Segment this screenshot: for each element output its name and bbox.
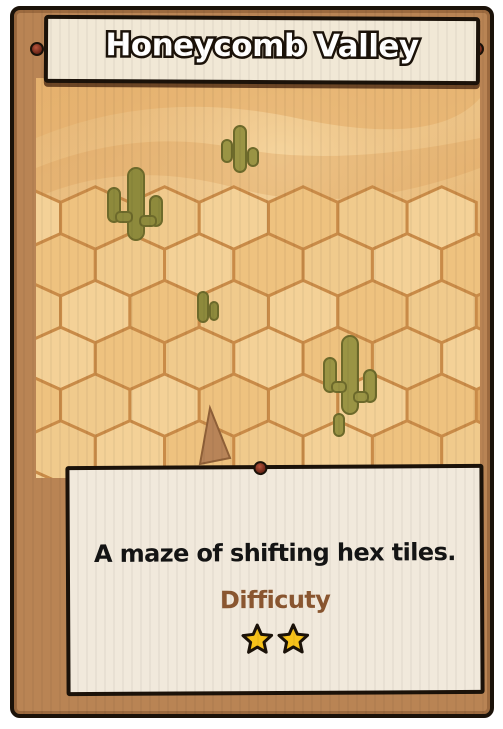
hex-tile-grid xyxy=(36,185,480,478)
level-description: A maze of shifting hex tiles. xyxy=(93,538,456,568)
difficulty-stars xyxy=(70,621,480,657)
rivet-icon xyxy=(30,42,44,56)
description-panel: A maze of shifting hex tiles. Difficuty xyxy=(65,461,485,697)
level-preview-image xyxy=(36,78,480,478)
rivet-icon xyxy=(253,461,268,476)
star-filled-icon xyxy=(276,622,310,656)
title-banner: Honeycomb Valley xyxy=(43,14,481,86)
star-filled-icon xyxy=(240,622,274,656)
difficulty-label: Difficuty xyxy=(219,585,331,615)
level-title: Honeycomb Valley xyxy=(103,25,421,68)
level-card[interactable]: Honeycomb Valley A maze of shifting hex … xyxy=(10,6,494,718)
